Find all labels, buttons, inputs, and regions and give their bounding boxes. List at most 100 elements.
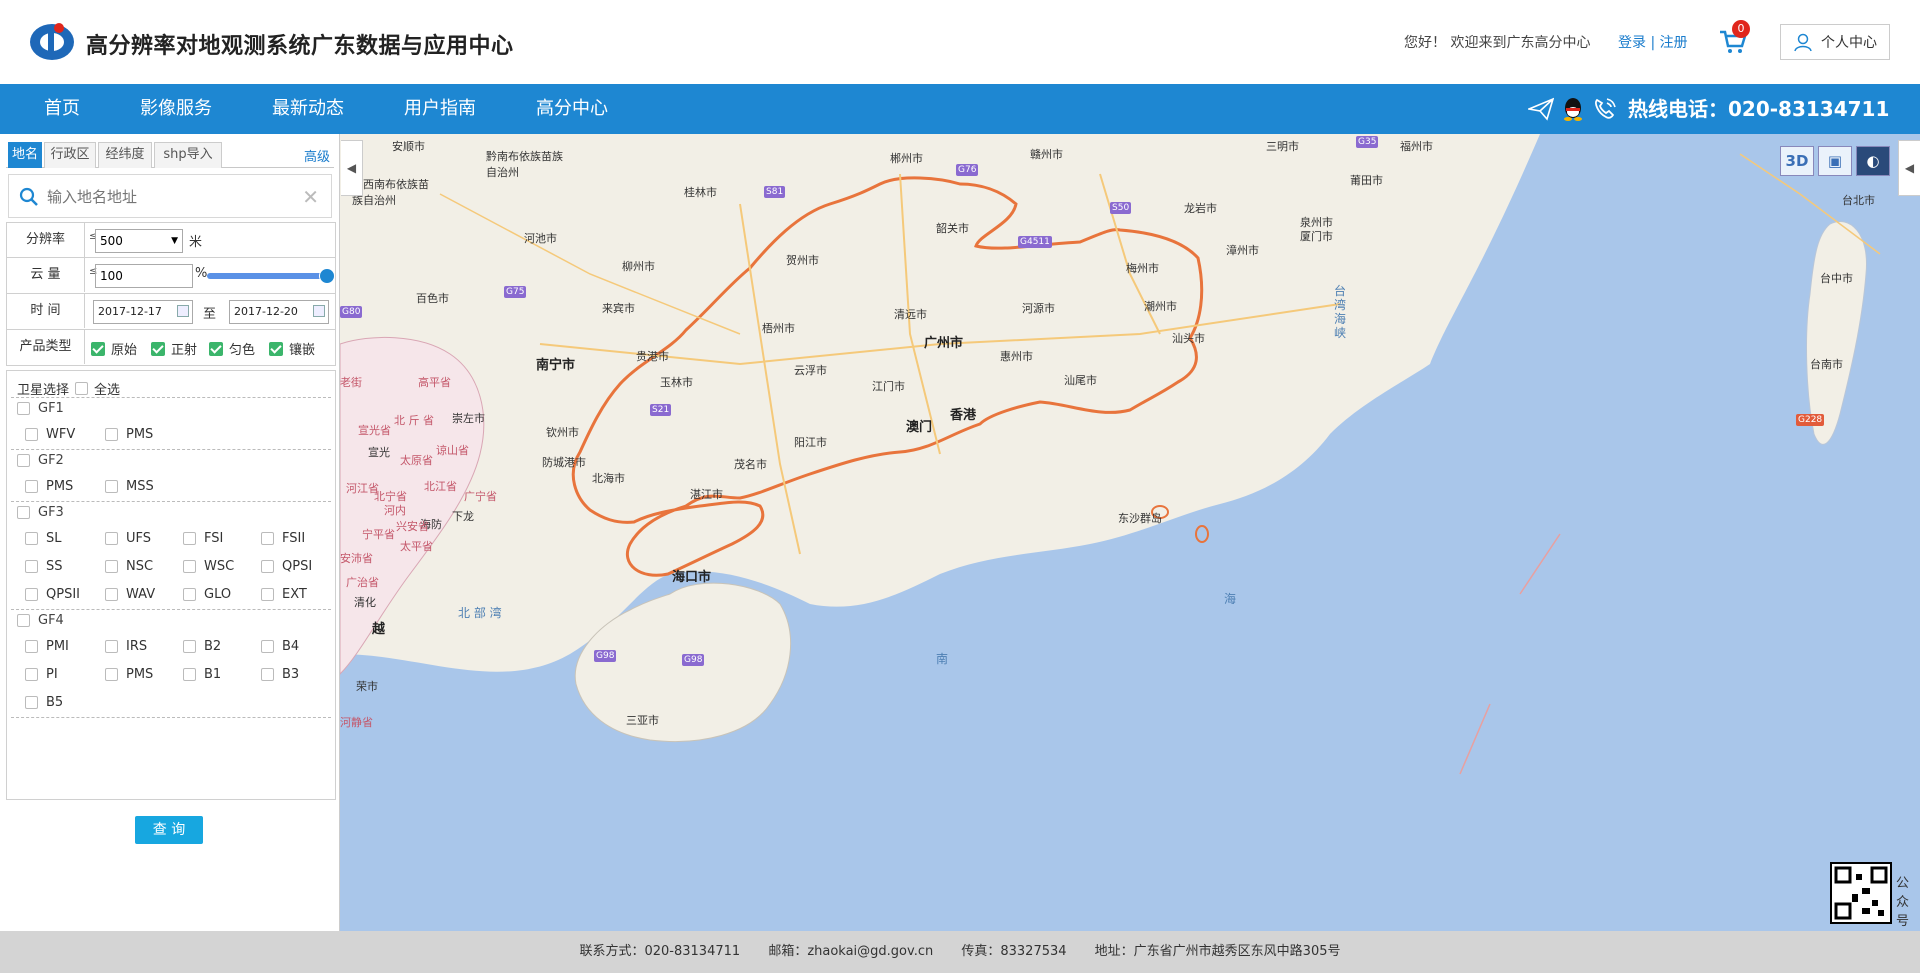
date-to-input[interactable]: 2017-12-20 [229, 300, 329, 324]
city-label[interactable]: 黔西南布依族苗族自治州 [352, 176, 432, 208]
city-label[interactable]: 南宁市 [536, 354, 575, 373]
city-label[interactable]: 澳门 [906, 416, 932, 435]
city-label[interactable]: 钦州市 [546, 424, 579, 440]
place-search-input[interactable] [47, 185, 297, 209]
city-label[interactable]: 桂林市 [684, 184, 717, 200]
city-label[interactable]: 梅州市 [1126, 260, 1159, 276]
city-label[interactable]: 惠州市 [1000, 348, 1033, 364]
city-label[interactable]: 梧州市 [762, 320, 795, 336]
sensor-checkbox[interactable]: B1 [183, 667, 221, 682]
nav-imagery-service[interactable]: 影像服务 [140, 84, 212, 134]
date-from-input[interactable]: 2017-12-17 [93, 300, 193, 324]
city-label[interactable]: 莆田市 [1350, 172, 1383, 188]
sensor-checkbox[interactable]: UFS [105, 531, 151, 546]
city-label[interactable]: 安顺市 [392, 138, 425, 154]
city-label[interactable]: 台中市 [1820, 270, 1853, 286]
send-icon[interactable] [1528, 97, 1554, 121]
advanced-search-link[interactable]: 高级 [304, 146, 330, 165]
sensor-checkbox[interactable]: PMS [105, 667, 153, 682]
cloud-input[interactable]: 100 [95, 264, 193, 288]
cloud-slider[interactable] [207, 273, 327, 279]
select-all-checkbox[interactable] [75, 382, 89, 395]
sensor-checkbox[interactable]: WAV [105, 587, 155, 602]
city-label[interactable]: 郴州市 [890, 150, 923, 166]
city-label[interactable]: 赣州市 [1030, 146, 1063, 162]
city-label[interactable]: 湛江市 [690, 486, 723, 502]
sensor-checkbox[interactable]: SL [25, 531, 62, 546]
city-label[interactable]: 泉州市 [1300, 214, 1333, 230]
city-label[interactable]: 崇左市 [452, 410, 485, 426]
nav-news[interactable]: 最新动态 [272, 84, 344, 134]
sensor-checkbox[interactable]: PI [25, 667, 58, 682]
site-logo[interactable] [26, 18, 76, 62]
sensor-checkbox[interactable]: QPSII [25, 587, 80, 602]
city-label[interactable]: 台北市 [1842, 192, 1875, 208]
product-ortho-checkbox[interactable]: 正射 [151, 339, 197, 358]
tab-place-name[interactable]: 地名 [8, 142, 42, 168]
city-label[interactable]: 茂名市 [734, 456, 767, 472]
nav-gaofen-center[interactable]: 高分中心 [536, 84, 608, 134]
sensor-checkbox[interactable]: FSI [183, 531, 223, 546]
footer-email[interactable]: 邮箱：zhaokai@gd.gov.cn [768, 944, 933, 959]
user-center-button[interactable]: 个人中心 [1780, 24, 1890, 60]
sensor-checkbox[interactable]: IRS [105, 639, 147, 654]
city-label[interactable]: 柳州市 [622, 258, 655, 274]
toolbox-icon[interactable]: ▣ [1818, 146, 1852, 176]
city-label[interactable]: 云浮市 [794, 362, 827, 378]
map-view[interactable]: 广州市 香港 澳门 海口市 南宁市 韶关市 赣州市 郴州市 桂林市 贺州市 柳州… [340, 134, 1920, 931]
sensor-checkbox[interactable]: WFV [25, 427, 75, 442]
qq-icon[interactable] [1562, 97, 1584, 121]
city-label[interactable]: 清远市 [894, 306, 927, 322]
sensor-checkbox[interactable]: B3 [261, 667, 299, 682]
sensor-checkbox[interactable]: SS [25, 559, 63, 574]
map-3d-button[interactable]: 3D [1780, 146, 1814, 176]
city-label[interactable]: 玉林市 [660, 374, 693, 390]
city-label[interactable]: 防城港市 [542, 454, 586, 470]
tab-lat-lon[interactable]: 经纬度 [98, 142, 152, 168]
calendar-icon[interactable] [177, 305, 189, 317]
sensor-checkbox[interactable]: QPSI [261, 559, 312, 574]
sat-gf4-checkbox[interactable]: GF4 [17, 613, 64, 628]
city-label[interactable]: 厦门市 [1300, 228, 1333, 244]
city-label[interactable]: 三明市 [1266, 138, 1299, 154]
resolution-select[interactable]: 500 ▼ [95, 229, 183, 253]
city-label[interactable]: 漳州市 [1226, 242, 1259, 258]
city-label[interactable]: 来宾市 [602, 300, 635, 316]
sensor-checkbox[interactable]: PMS [25, 479, 73, 494]
city-label[interactable]: 汕尾市 [1064, 372, 1097, 388]
register-link[interactable]: 注册 [1660, 35, 1688, 51]
city-label[interactable]: 香港 [950, 404, 976, 423]
sensor-checkbox[interactable]: B5 [25, 695, 63, 710]
city-label[interactable]: 百色市 [416, 290, 449, 306]
city-label[interactable]: 海口市 [672, 566, 711, 585]
city-label[interactable]: 福州市 [1400, 138, 1433, 154]
query-button[interactable]: 查 询 [135, 816, 203, 844]
tab-shp-import[interactable]: shp导入 [154, 142, 222, 168]
sensor-checkbox[interactable]: FSII [261, 531, 305, 546]
sensor-checkbox[interactable]: GLO [183, 587, 231, 602]
city-label[interactable]: 贺州市 [786, 252, 819, 268]
search-icon[interactable] [19, 187, 39, 207]
product-raw-checkbox[interactable]: 原始 [91, 339, 137, 358]
sensor-checkbox[interactable]: NSC [105, 559, 153, 574]
tab-admin-region[interactable]: 行政区 [44, 142, 96, 168]
phone-icon[interactable] [1592, 97, 1618, 121]
city-label[interactable]: 韶关市 [936, 220, 969, 236]
city-label[interactable]: 黔南布依族苗族自治州 [486, 148, 566, 180]
sensor-checkbox[interactable]: PMS [105, 427, 153, 442]
calendar-icon[interactable] [313, 305, 325, 317]
nav-user-guide[interactable]: 用户指南 [404, 84, 476, 134]
city-label[interactable]: 广州市 [924, 332, 963, 351]
product-mosaic-checkbox[interactable]: 镶嵌 [269, 339, 315, 358]
sensor-checkbox[interactable]: B2 [183, 639, 221, 654]
collapse-tools-button[interactable]: ◀ [1898, 140, 1920, 196]
cloud-slider-handle[interactable] [319, 268, 335, 284]
sat-gf1-checkbox[interactable]: GF1 [17, 401, 64, 416]
sensor-checkbox[interactable]: MSS [105, 479, 154, 494]
clear-icon[interactable]: ✕ [302, 185, 319, 209]
sensor-checkbox[interactable]: WSC [183, 559, 234, 574]
map-canvas[interactable] [340, 134, 1920, 931]
city-label[interactable]: 贵港市 [636, 348, 669, 364]
city-label[interactable]: 三亚市 [626, 712, 659, 728]
city-label[interactable]: 河池市 [524, 230, 557, 246]
